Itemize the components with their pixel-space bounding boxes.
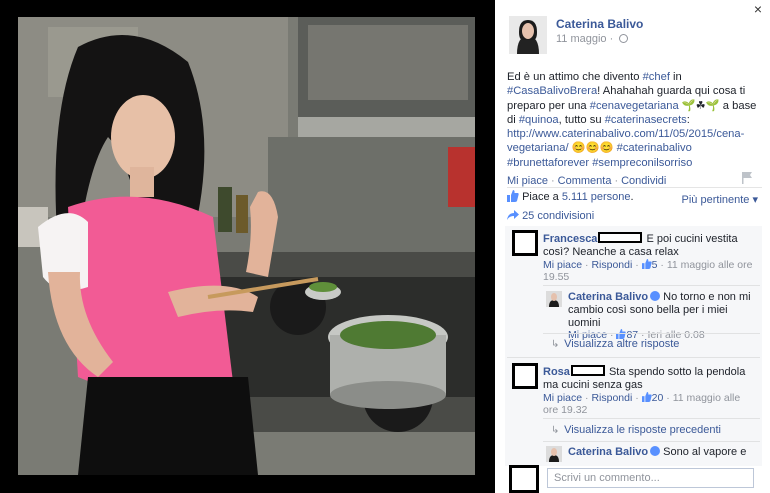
shares-count: 25 condivisioni [522,210,595,222]
hashtag-cenavegetariana[interactable]: #cenavegetariana [590,100,679,112]
comment-like-button[interactable]: Mi piace [543,259,582,271]
comment-button[interactable]: Commenta [558,175,612,187]
emoji-smiles: 😊😊😊 [568,142,617,155]
post-text-part: Ed è un attimo che divento [507,71,643,83]
hashtag-chef[interactable]: #chef [643,71,670,83]
comment-reply-button[interactable]: Rispondi [591,392,632,404]
action-separator: · [550,175,555,187]
reply-divider [543,285,760,286]
view-more-replies-label: Visualizza altre risposte [564,338,680,350]
reply-author-name[interactable]: Caterina Balivo [568,291,648,303]
commenter-avatar[interactable] [512,230,538,256]
globe-icon [619,34,629,43]
thumbs-up-icon [507,190,519,202]
divider [507,187,762,188]
reply-divider [543,333,760,334]
comment-meta: Mi piace · Rispondi · 5 · 11 maggio alle… [543,258,753,285]
reply-divider [543,418,760,419]
thumbs-up-icon [641,258,652,269]
comment-like-button[interactable]: Mi piace [543,392,582,404]
cooking-photo-illustration [18,17,475,475]
commenter-name[interactable]: Rosa [543,366,570,378]
reply-arrow-icon: ↳ [551,425,560,436]
meta-separator: · [632,258,642,271]
post-text-part: : [686,113,690,126]
post-sidebar: × Caterina Balivo 11 maggio · Ed è un at… [495,0,770,493]
reply: Caterina Balivo No torno e non mi cambio… [568,291,753,342]
likes-count[interactable]: 5.111 persone [562,191,631,203]
hashtag-casabalivobrera[interactable]: #CasaBalivoBrera [507,85,597,97]
reply-author-name[interactable]: Caterina Balivo [568,446,648,458]
hashtag-quinoa[interactable]: #quinoa [519,114,559,126]
reply-author-avatar[interactable] [546,291,562,307]
close-icon[interactable]: × [751,2,765,16]
commenter-avatar[interactable] [512,363,538,389]
redacted-name-box [598,232,643,243]
comment: Rosa Sta spendo sotto la pendola ma cuci… [543,365,753,417]
action-separator: · [614,175,619,187]
meta-separator: · [663,391,673,404]
comment-input[interactable]: Scrivi un commento... [547,468,754,488]
view-more-replies-link[interactable]: ↳ Visualizza altre risposte [551,338,679,350]
emoji-plants: 🌱☘🌱 [678,99,723,112]
post-actions: Mi piace · Commenta · Condividi [507,175,666,187]
post-header: Caterina Balivo 11 maggio · [509,16,760,56]
share-icon [507,210,519,220]
author-avatar-image [509,16,547,54]
author-avatar[interactable] [509,16,547,54]
reply-author-avatar[interactable] [546,446,562,462]
comment-reply-button[interactable]: Rispondi [591,259,632,271]
commenter-name[interactable]: Francesca [543,233,597,245]
photo-viewer [0,0,495,493]
comment-divider [507,357,760,358]
comment-sort-dropdown[interactable]: Più pertinente ▾ [682,193,758,206]
view-previous-replies-label: Visualizza le risposte precedenti [564,424,722,436]
current-user-avatar [509,465,539,493]
reply: Caterina Balivo Sono al vapore e [568,446,753,459]
post-date-text[interactable]: 11 maggio · [556,33,616,45]
hashtag-caterinabalivo[interactable]: #caterinabalivo [617,142,692,154]
flag-icon[interactable] [742,172,752,184]
verified-badge-icon [650,446,661,456]
post-text-part: , tutto su [558,113,605,126]
likes-prefix: Piace a [522,191,562,203]
hashtag-brunettaforever[interactable]: #brunettaforever [507,157,589,169]
reply-author-avatar-image [546,446,562,462]
likes-suffix: . [630,191,634,203]
post-text: Ed è un attimo che divento #chef in #Cas… [507,70,757,170]
thumbs-up-icon [641,391,652,402]
post-photo[interactable] [18,17,475,475]
comment: Francesca E poi cucini vestita così? Nea… [543,232,753,284]
shares-summary[interactable]: 25 condivisioni [507,210,594,222]
meta-separator: · [632,391,642,404]
share-button[interactable]: Condividi [621,175,666,187]
author-name[interactable]: Caterina Balivo [556,17,643,31]
verified-badge-icon [650,291,661,301]
comment-like-count[interactable]: 20 [652,392,664,404]
reply-text: Sono al vapore e [663,446,747,458]
post-date: 11 maggio · [556,33,629,45]
comment-composer: Scrivi un commento... [509,465,762,493]
view-previous-replies-link[interactable]: ↳ Visualizza le risposte precedenti [551,424,721,436]
hashtag-caterinasecrets[interactable]: #caterinasecrets [605,114,687,126]
post-text-part: in [669,71,682,83]
reply-arrow-icon: ↳ [551,339,560,350]
meta-separator: · [657,258,667,271]
likes-summary: Piace a 5.111 persone. Più pertinente ▾ [507,190,762,210]
reply-author-avatar-image [546,291,562,307]
reply-divider [543,441,760,442]
like-button[interactable]: Mi piace [507,175,548,187]
comment-meta: Mi piace · Rispondi · 20 · 11 maggio all… [543,391,753,418]
hashtag-sempreconilsorriso[interactable]: #sempreconilsorriso [592,157,692,169]
redacted-name-box [570,365,605,376]
